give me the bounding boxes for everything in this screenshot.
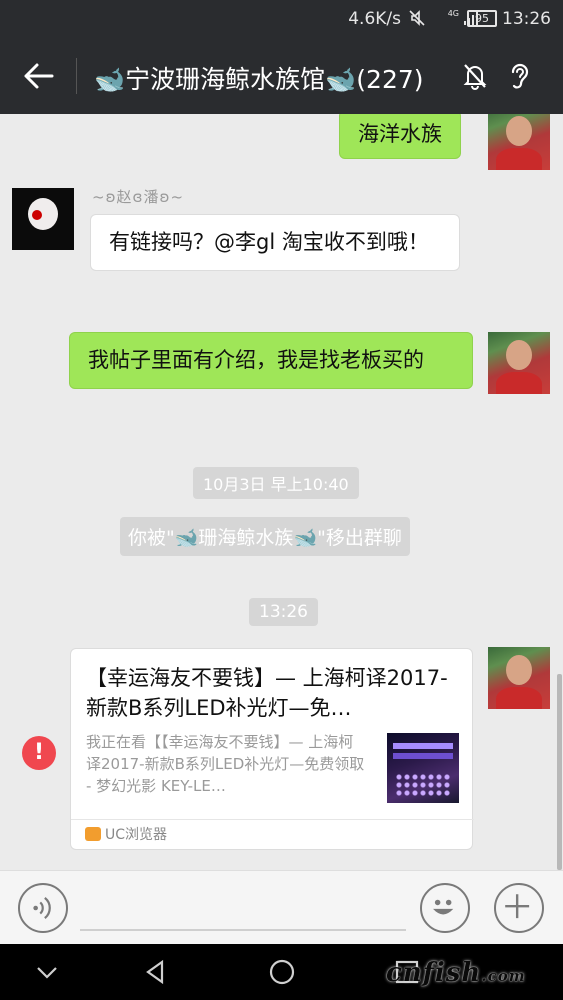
- plus-icon: [505, 894, 530, 919]
- timestamp: 13:26: [249, 598, 318, 626]
- link-card-source: UC浏览器: [71, 819, 474, 850]
- clock: 13:26: [502, 9, 551, 29]
- group-name: 宁波珊海鲸水族馆: [125, 65, 326, 94]
- timestamp: 10月3日 早上10:40: [193, 467, 359, 499]
- system-message: 你被"🐋珊海鲸水族🐋"移出群聊: [120, 517, 410, 556]
- system-nav-bar: cnfish.com: [0, 944, 563, 1000]
- emoji-button[interactable]: [420, 883, 470, 933]
- chevron-down-icon[interactable]: [33, 958, 61, 986]
- ear-icon[interactable]: [508, 60, 532, 92]
- link-card-source-label: UC浏览器: [105, 827, 168, 843]
- input-bar: [0, 870, 563, 944]
- send-failed-icon[interactable]: !: [22, 736, 56, 770]
- whale-icon: 🐋: [293, 527, 318, 549]
- member-count: (227): [356, 65, 424, 94]
- message-bubble-self[interactable]: 我帖子里面有介绍，我是找老板买的: [69, 332, 473, 389]
- message-list[interactable]: 海洋水族 ~ʚ赵ɞ潘ʚ~ 有链接吗？@李gl 淘宝收不到哦！ 我帖子里面有介绍，…: [0, 114, 563, 870]
- avatar-self[interactable]: [488, 332, 550, 394]
- net-speed: 4.6K/s: [348, 9, 401, 29]
- back-triangle-icon[interactable]: [142, 958, 170, 986]
- scrollbar[interactable]: [557, 674, 562, 870]
- avatar-self[interactable]: [488, 114, 550, 170]
- whale-icon: 🐋: [174, 527, 199, 549]
- whale-icon: 🐋: [325, 65, 357, 94]
- network-type: 4G: [447, 9, 459, 18]
- link-card-description: 我正在看【【幸运海友不要钱】— 上海柯译2017-新款B系列LED补光灯—免费领…: [86, 733, 365, 795]
- chat-header: 🐋宁波珊海鲸水族馆🐋(227): [0, 38, 563, 114]
- chat-title: 🐋宁波珊海鲸水族馆🐋(227): [94, 60, 424, 96]
- system-text-before: 你被": [128, 527, 175, 549]
- message-bubble-self[interactable]: 海洋水族: [339, 114, 461, 159]
- more-button[interactable]: [494, 883, 544, 933]
- system-text-middle: 珊海鲸水族: [198, 527, 294, 549]
- message-bubble-other[interactable]: 有链接吗？@李gl 淘宝收不到哦！: [90, 214, 460, 271]
- link-card-title: 【幸运海友不要钱】— 上海柯译2017-新款B系列LED补光灯—免…: [86, 666, 448, 720]
- voice-icon: [33, 897, 51, 919]
- battery-icon: 95: [467, 10, 497, 27]
- link-card-thumbnail: [387, 733, 459, 803]
- mute-icon: [409, 10, 425, 26]
- header-divider: [76, 58, 77, 94]
- arrow-left-icon[interactable]: [22, 62, 54, 90]
- sender-name: ~ʚ赵ɞ潘ʚ~: [92, 188, 185, 206]
- avatar-other[interactable]: [12, 188, 74, 250]
- status-bar: 4.6K/s 4G 95 13:26: [0, 0, 563, 38]
- bell-off-icon: [463, 64, 487, 90]
- watermark: cnfish.com: [386, 958, 526, 988]
- uc-browser-icon: [85, 827, 101, 841]
- link-card[interactable]: 【幸运海友不要钱】— 上海柯译2017-新款B系列LED补光灯—免… 我正在看【…: [70, 648, 474, 850]
- message-input[interactable]: [80, 929, 406, 931]
- system-text-after: "移出群聊: [317, 527, 402, 549]
- avatar-self[interactable]: [488, 647, 550, 709]
- voice-button[interactable]: [18, 883, 68, 933]
- home-circle-icon[interactable]: [268, 958, 296, 986]
- whale-icon: 🐋: [94, 65, 126, 94]
- smiley-icon: [433, 899, 454, 915]
